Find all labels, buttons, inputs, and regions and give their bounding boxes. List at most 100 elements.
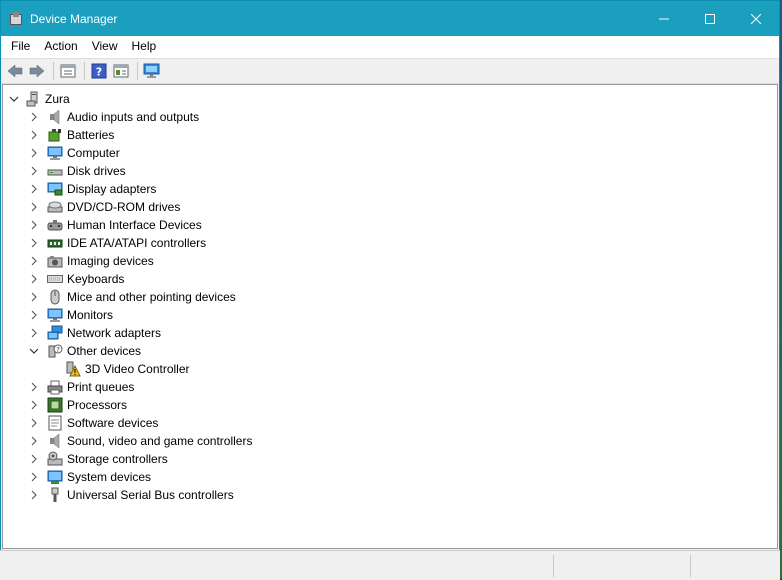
chevron-right-icon[interactable] — [29, 418, 39, 428]
ide-controller-icon — [47, 235, 63, 251]
monitor-icon — [143, 63, 160, 78]
chevron-right-icon[interactable] — [29, 490, 39, 500]
chevron-down-icon[interactable] — [9, 94, 19, 104]
battery-icon — [47, 127, 63, 143]
chevron-right-icon[interactable] — [29, 220, 39, 230]
chevron-right-icon[interactable] — [29, 202, 39, 212]
hid-icon — [47, 217, 63, 233]
warning-device-icon — [65, 361, 81, 377]
tree-item-label: Batteries — [67, 128, 115, 142]
tree-item-mice[interactable]: Mice and other pointing devices — [29, 288, 236, 306]
properties-button[interactable] — [58, 61, 78, 81]
computer-icon — [47, 145, 63, 161]
chevron-right-icon[interactable] — [29, 274, 39, 284]
chevron-right-icon[interactable] — [29, 454, 39, 464]
tree-item-label: Sound, video and game controllers — [67, 434, 253, 448]
monitor-icon — [47, 307, 63, 323]
tree-item-monitors[interactable]: Monitors — [29, 306, 113, 324]
tree-subitem-3d-video-controller[interactable]: 3D Video Controller — [47, 360, 190, 378]
dvd-drive-icon — [47, 199, 63, 215]
tree-item-audio[interactable]: Audio inputs and outputs — [29, 108, 199, 126]
chevron-right-icon[interactable] — [29, 436, 39, 446]
tree-item-dvd-drives[interactable]: DVD/CD-ROM drives — [29, 198, 180, 216]
chevron-right-icon[interactable] — [29, 112, 39, 122]
back-arrow-icon — [7, 64, 23, 78]
tree-item-hid[interactable]: Human Interface Devices — [29, 216, 202, 234]
tree-item-label: Display adapters — [67, 182, 157, 196]
tree-item-system-devices[interactable]: System devices — [29, 468, 151, 486]
camera-icon — [47, 253, 63, 269]
tree-item-display-adapters[interactable]: Display adapters — [29, 180, 156, 198]
tree-root[interactable]: Zura — [9, 90, 70, 108]
chevron-right-icon[interactable] — [29, 382, 39, 392]
computer-icon — [25, 91, 41, 107]
tree-item-label: Mice and other pointing devices — [67, 290, 236, 304]
forward-button[interactable] — [27, 61, 47, 81]
chevron-right-icon[interactable] — [29, 184, 39, 194]
tree-item-disk-drives[interactable]: Disk drives — [29, 162, 126, 180]
svg-text:?: ? — [96, 66, 102, 79]
back-button[interactable] — [5, 61, 25, 81]
tree-item-label: Human Interface Devices — [67, 218, 202, 232]
tree-item-computer[interactable]: Computer — [29, 144, 120, 162]
tree-item-label: Processors — [67, 398, 128, 412]
tree-item-ide[interactable]: IDE ATA/ATAPI controllers — [29, 234, 206, 252]
chevron-right-icon[interactable] — [29, 472, 39, 482]
printer-icon — [47, 379, 63, 395]
chevron-right-icon[interactable] — [29, 256, 39, 266]
tree-item-label: Software devices — [67, 416, 159, 430]
chevron-right-icon[interactable] — [29, 292, 39, 302]
close-icon — [751, 13, 761, 24]
tree-item-label: Other devices — [67, 344, 142, 358]
tree-item-label: Computer — [67, 146, 120, 160]
tree-item-label: Universal Serial Bus controllers — [67, 488, 234, 502]
tree-item-batteries[interactable]: Batteries — [29, 126, 114, 144]
menu-file[interactable]: File — [4, 36, 37, 57]
menu-view[interactable]: View — [85, 36, 125, 57]
toolbar-separator — [137, 62, 138, 80]
scan-hardware-button[interactable] — [142, 61, 162, 81]
tree-item-label: Keyboards — [67, 272, 125, 286]
software-device-icon — [47, 415, 63, 431]
keyboard-icon — [47, 271, 63, 287]
forward-arrow-icon — [29, 64, 45, 78]
tree-item-other-devices[interactable]: ? Other devices — [29, 342, 141, 360]
tree-item-label: Storage controllers — [67, 452, 168, 466]
chevron-right-icon[interactable] — [29, 166, 39, 176]
details-pane-button[interactable] — [111, 61, 131, 81]
svg-text:?: ? — [56, 346, 60, 354]
tree-item-storage-controllers[interactable]: Storage controllers — [29, 450, 168, 468]
minimize-button[interactable] — [641, 1, 687, 36]
chevron-right-icon[interactable] — [29, 310, 39, 320]
menu-action[interactable]: Action — [37, 36, 84, 57]
chevron-right-icon[interactable] — [29, 148, 39, 158]
chevron-right-icon[interactable] — [29, 238, 39, 248]
device-tree: Zura Audio inputs and outputs Batteries … — [2, 84, 778, 549]
tree-item-processors[interactable]: Processors — [29, 396, 127, 414]
tree-item-network[interactable]: Network adapters — [29, 324, 161, 342]
tree-item-software-devices[interactable]: Software devices — [29, 414, 158, 432]
tree-item-imaging[interactable]: Imaging devices — [29, 252, 154, 270]
menu-help[interactable]: Help — [125, 36, 164, 57]
chevron-right-icon[interactable] — [29, 130, 39, 140]
maximize-button[interactable] — [687, 1, 733, 36]
tree-item-label: System devices — [67, 470, 152, 484]
chevron-right-icon[interactable] — [29, 328, 39, 338]
minimize-icon — [659, 18, 669, 19]
status-separator — [690, 555, 691, 577]
tree-item-usb[interactable]: Universal Serial Bus controllers — [29, 486, 234, 504]
tree-item-sound-video[interactable]: Sound, video and game controllers — [29, 432, 252, 450]
tree-item-label: Disk drives — [67, 164, 126, 178]
close-button[interactable] — [733, 1, 779, 36]
tree-item-label: Imaging devices — [67, 254, 154, 268]
chevron-down-icon[interactable] — [29, 346, 39, 356]
tree-item-label: Audio inputs and outputs — [67, 110, 200, 124]
properties-icon — [60, 64, 76, 78]
menu-bar: File Action View Help — [1, 36, 779, 58]
tree-item-keyboards[interactable]: Keyboards — [29, 270, 124, 288]
title-bar[interactable]: Device Manager — [1, 1, 779, 36]
help-button[interactable]: ? — [89, 61, 109, 81]
tree-item-print-queues[interactable]: Print queues — [29, 378, 134, 396]
chevron-right-icon[interactable] — [29, 400, 39, 410]
maximize-icon — [705, 13, 715, 24]
